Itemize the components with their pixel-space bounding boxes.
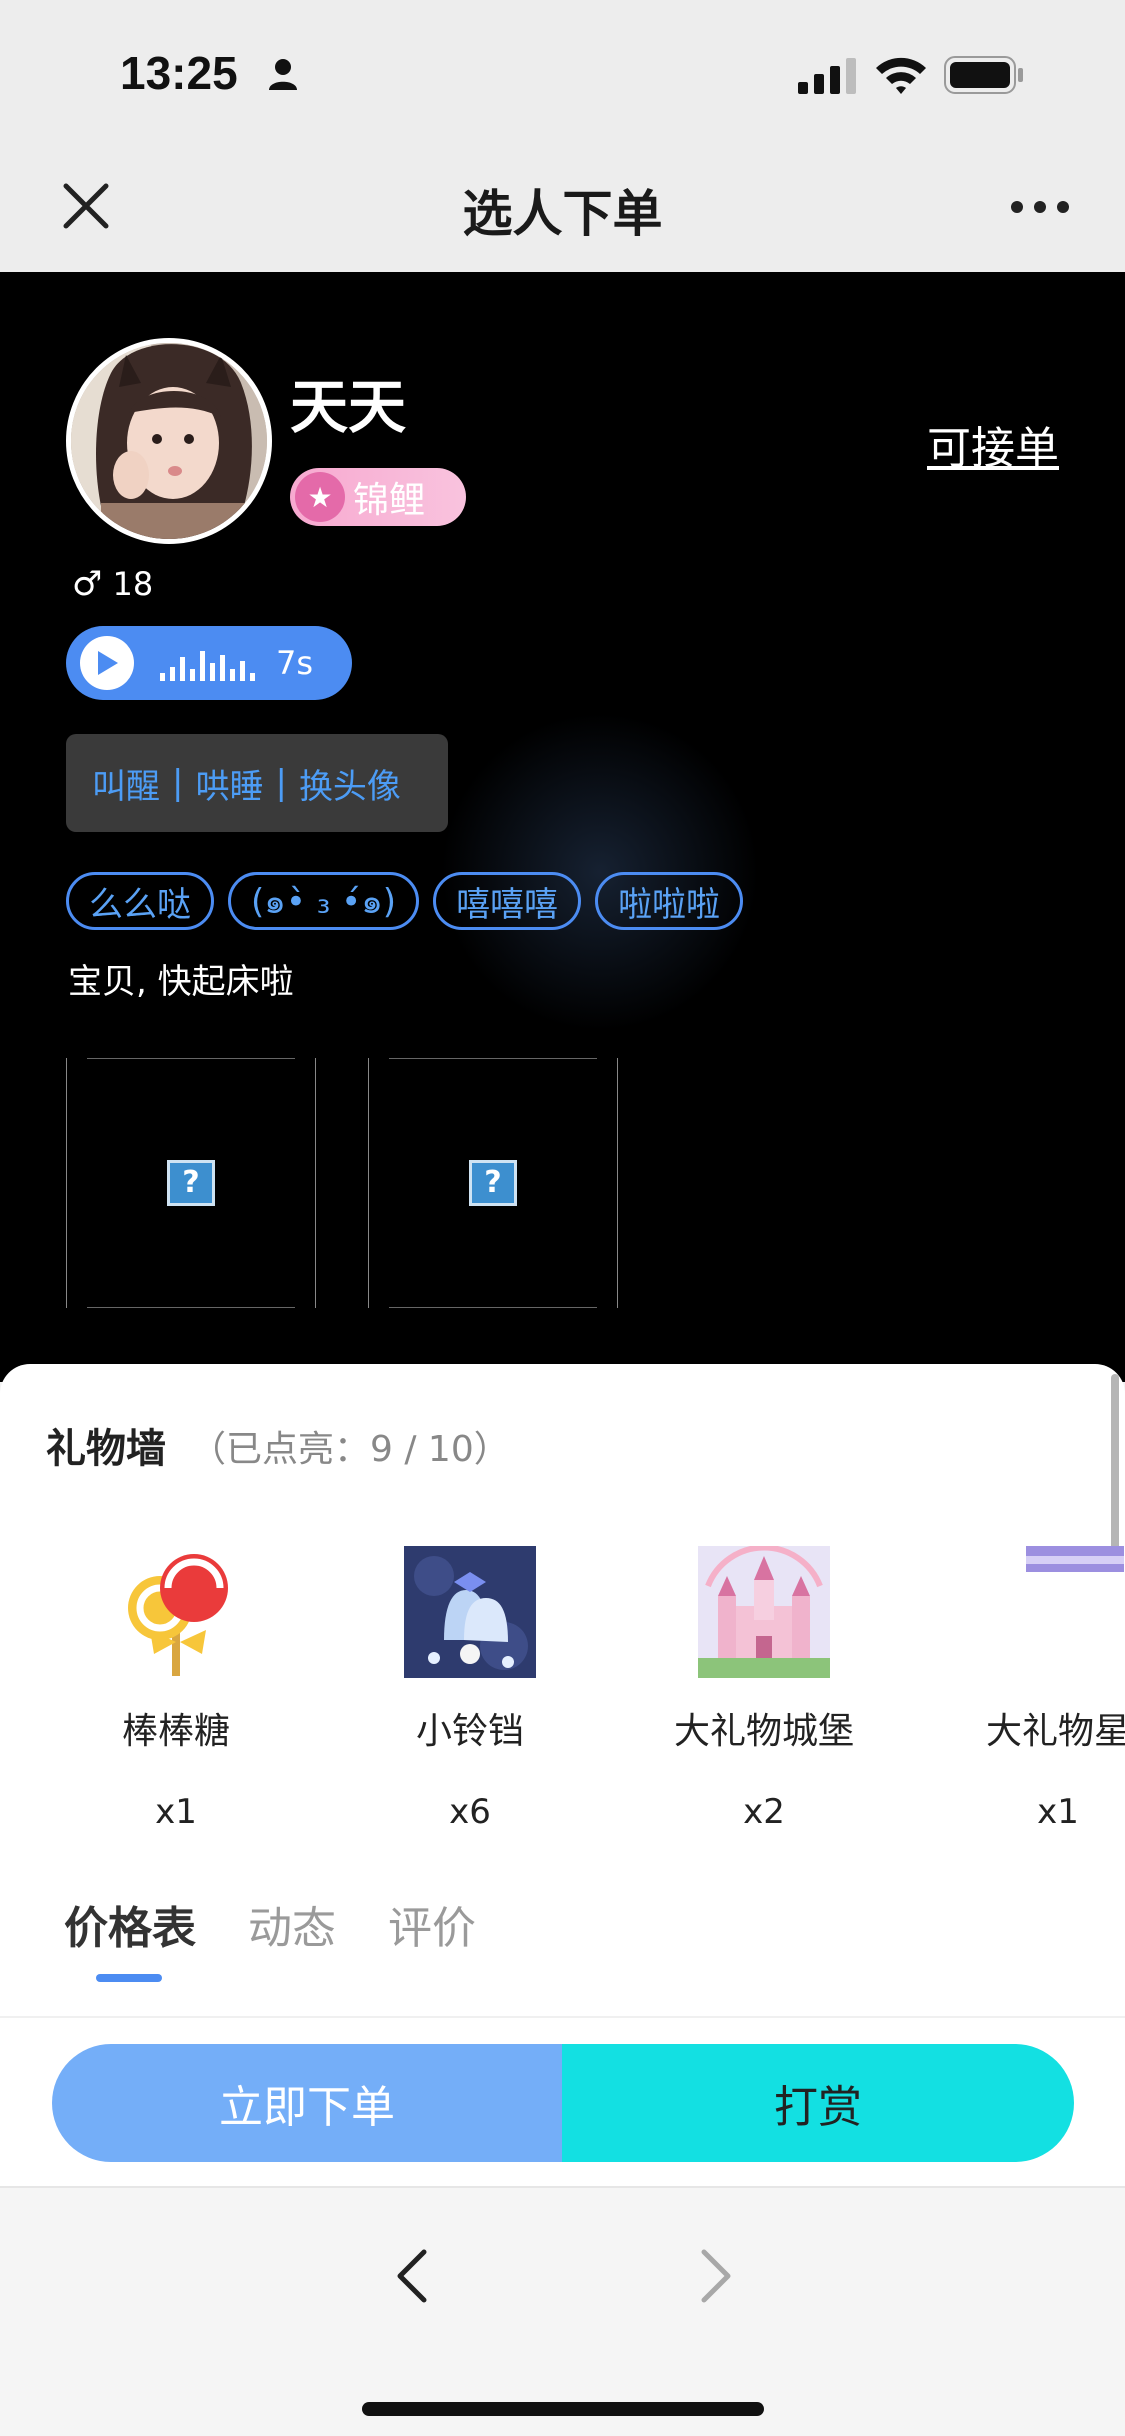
gift-item[interactable]: 棒棒糖 x1 <box>76 1546 276 1832</box>
gift-name: 棒棒糖 <box>121 1711 230 1752</box>
gift-wall-title: 礼物墙 <box>46 1426 166 1472</box>
avatar-image <box>71 343 267 539</box>
screen: 13:25 选人下单 天天 ★ 锦鲤 可接单 ♂ 18 7s 叫醒 | 哄睡 |… <box>0 0 1125 2436</box>
tag: (๑•̀ ₃ •́๑) <box>228 872 420 930</box>
forward-icon[interactable] <box>696 2246 736 2306</box>
tip-button[interactable]: 打赏 <box>562 2044 1074 2162</box>
gift-quantity: x1 <box>1037 1792 1079 1832</box>
gift-wall-sheet: 礼物墙 （已点亮：9 / 10） 棒棒糖 x1 小铃铛 x6 大礼物城堡 x2 … <box>0 1364 1125 2016</box>
back-icon[interactable] <box>392 2246 432 2306</box>
browser-toolbar <box>0 2186 1125 2436</box>
available-status-link[interactable]: 可接单 <box>927 412 1059 476</box>
gender-age: ♂ 18 <box>72 564 153 604</box>
status-time: 13:25 <box>120 47 238 99</box>
active-tab-indicator <box>96 1974 162 1982</box>
gift-item[interactable]: 大礼物城堡 x2 <box>664 1544 864 1832</box>
home-indicator[interactable] <box>362 2402 764 2416</box>
profile-section: 天天 ★ 锦鲤 可接单 ♂ 18 7s 叫醒 | 哄睡 | 换头像 么么哒 (๑… <box>0 272 1125 1382</box>
action-bar: 立即下单 打赏 <box>0 2016 1125 2186</box>
castle-icon <box>698 1544 830 1678</box>
status-bar: 13:25 <box>0 0 1125 140</box>
voice-intro-button[interactable]: 7s <box>66 626 352 700</box>
page-title: 选人下单 <box>462 185 663 243</box>
gift-quantity: x6 <box>449 1792 491 1832</box>
gift-quantity: x1 <box>155 1792 197 1832</box>
service-item: 哄睡 <box>195 766 264 807</box>
tab-moments[interactable]: 动态 <box>248 1892 336 1956</box>
separator: | <box>275 763 287 803</box>
service-list: 叫醒 | 哄睡 | 换头像 <box>66 734 448 832</box>
separator: | <box>172 763 184 803</box>
gift-star-icon <box>1026 1546 1124 1572</box>
nickname: 天天 <box>290 373 407 441</box>
tag: 么么哒 <box>66 872 214 930</box>
gift-wall-count: （已点亮：9 / 10） <box>190 1429 510 1470</box>
broken-image-icon: ? <box>167 1160 215 1206</box>
waveform-icon <box>160 651 255 681</box>
level-label: 锦鲤 <box>353 480 426 521</box>
gift-item[interactable]: 小铃铛 x6 <box>370 1546 570 1832</box>
person-icon <box>269 59 297 90</box>
photo-thumbnail[interactable]: ? <box>66 1058 316 1308</box>
age-label: 18 <box>112 565 154 603</box>
scrollbar[interactable] <box>1111 1374 1119 1550</box>
order-now-button[interactable]: 立即下单 <box>52 2044 562 2162</box>
battery-icon <box>944 56 1023 94</box>
gift-name: 大礼物城堡 <box>673 1711 854 1752</box>
gift-item[interactable]: 大礼物星 x1 <box>958 1546 1125 1832</box>
bell-icon <box>404 1546 536 1678</box>
broken-image-icon: ? <box>469 1160 517 1206</box>
gift-quantity: x2 <box>743 1792 785 1832</box>
voice-duration: 7s <box>276 644 314 682</box>
nav-bar: 选人下单 <box>0 140 1125 272</box>
tag: 啦啦啦 <box>595 872 744 930</box>
tab-price-list[interactable]: 价格表 <box>64 1892 196 1956</box>
service-item: 换头像 <box>298 766 401 807</box>
photo-thumbnail[interactable]: ? <box>368 1058 618 1308</box>
tab-bar: 价格表 动态 评价 <box>64 1892 476 1956</box>
signal-icon <box>798 58 856 94</box>
play-icon <box>80 636 134 690</box>
service-item: 叫醒 <box>92 766 160 807</box>
level-badge: ★ 锦鲤 <box>290 468 466 526</box>
avatar[interactable] <box>66 338 272 544</box>
bio-text: 宝贝, 快起床啦 <box>68 962 294 1002</box>
wifi-icon <box>876 57 926 94</box>
male-icon: ♂ <box>72 564 103 604</box>
star-icon: ★ <box>295 472 345 522</box>
gift-name: 大礼物星 <box>985 1711 1125 1752</box>
more-icon[interactable] <box>1010 200 1070 214</box>
tag: 嘻嘻嘻 <box>433 872 582 930</box>
tag-list: 么么哒 (๑•̀ ₃ •́๑) 嘻嘻嘻 啦啦啦 <box>66 872 744 930</box>
gift-name: 小铃铛 <box>415 1711 524 1752</box>
lollipop-icon <box>128 1554 228 1676</box>
tab-reviews[interactable]: 评价 <box>388 1892 476 1956</box>
